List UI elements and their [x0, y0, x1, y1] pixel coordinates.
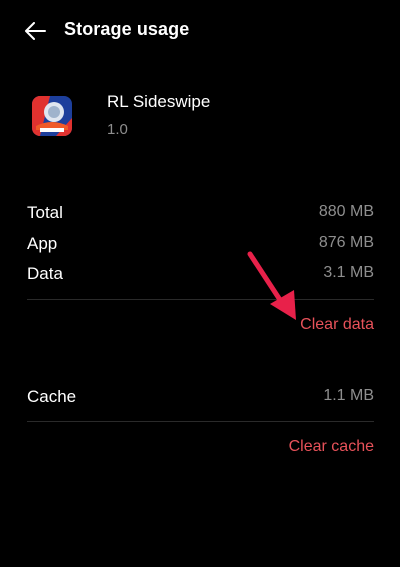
clear-cache-button[interactable]: Clear cache: [289, 438, 374, 456]
storage-row-value: 3.1 MB: [323, 264, 374, 281]
storage-row-total: Total 880 MB: [27, 203, 374, 229]
arrow-left-icon: [25, 22, 46, 40]
cache-label: Cache: [27, 387, 77, 406]
storage-row-value: 876 MB: [318, 234, 374, 251]
storage-usage-screen: Storage usage RL Sideswipe 1.0 Total 880…: [0, 0, 400, 567]
storage-row-data: Data 3.1 MB: [27, 264, 374, 290]
storage-row-app: App 876 MB: [27, 234, 374, 260]
cache-value: 1.1 MB: [323, 387, 374, 404]
storage-row-value: 880 MB: [318, 203, 374, 220]
divider: [27, 299, 374, 300]
rl-sideswipe-app-icon: [32, 96, 72, 136]
app-bar: Storage usage: [0, 0, 400, 62]
cache-row: Cache 1.1 MB: [27, 387, 374, 413]
storage-row-label: Total: [27, 203, 63, 222]
back-button[interactable]: [20, 16, 50, 46]
storage-row-label: App: [27, 234, 58, 253]
page-title: Storage usage: [64, 19, 190, 39]
divider: [27, 421, 374, 422]
clear-data-button[interactable]: Clear data: [300, 316, 374, 334]
storage-row-label: Data: [27, 264, 63, 283]
app-version: 1.0: [107, 121, 128, 138]
app-name: RL Sideswipe: [107, 92, 211, 111]
